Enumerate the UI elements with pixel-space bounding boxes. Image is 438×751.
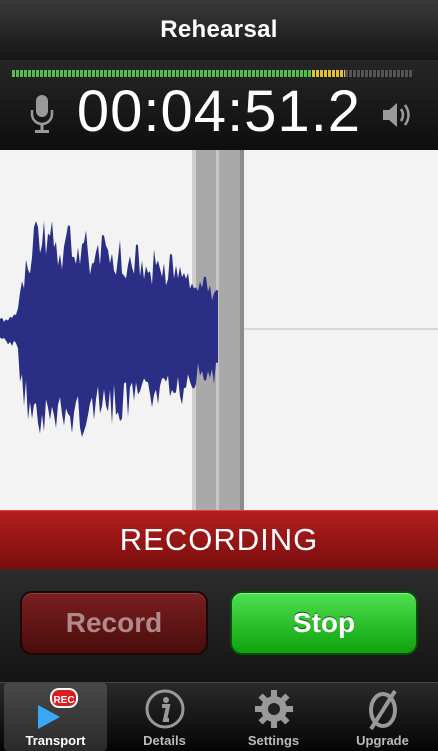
waveform-canvas: [0, 150, 438, 510]
elapsed-time: 00:04:51.2: [76, 79, 362, 144]
tab-bar: REC Transport Details Settings Upgrade: [0, 682, 438, 751]
transport-controls: Record Stop: [0, 569, 438, 682]
audio-waveform: [0, 220, 218, 437]
tab-settings-label: Settings: [247, 733, 300, 748]
tab-details-label: Details: [143, 733, 186, 748]
level-meter: [12, 70, 412, 77]
waveform-view[interactable]: [0, 150, 438, 510]
meter-unlit-segment: [345, 70, 412, 77]
tab-details[interactable]: Details: [113, 683, 216, 751]
tab-settings[interactable]: Settings: [222, 683, 325, 751]
waveform-path: [0, 220, 218, 437]
meter-green-segment: [12, 70, 312, 77]
speaker-icon[interactable]: [380, 98, 414, 132]
tab-transport[interactable]: REC Transport: [4, 683, 107, 751]
gear-icon: [254, 690, 293, 728]
recording-status-banner: RECORDING: [0, 510, 438, 570]
upgrade-icon: [368, 689, 397, 731]
stop-button[interactable]: Stop: [230, 591, 418, 655]
meter-yellow-segment: [312, 70, 345, 77]
level-meter-panel: 00:04:51.2: [0, 60, 438, 150]
page-title: Rehearsal: [160, 16, 278, 43]
rec-badge-text: REC: [53, 695, 74, 706]
title-bar: Rehearsal: [0, 0, 438, 61]
status-label: RECORDING: [119, 522, 319, 557]
tab-upgrade-label: Upgrade: [356, 733, 409, 748]
record-button[interactable]: Record: [20, 591, 208, 655]
info-icon: [145, 689, 184, 729]
transport-rec-icon: REC: [37, 688, 78, 729]
microphone-icon[interactable]: [28, 94, 56, 134]
tab-transport-label: Transport: [25, 733, 86, 748]
tab-upgrade[interactable]: Upgrade: [331, 683, 434, 751]
